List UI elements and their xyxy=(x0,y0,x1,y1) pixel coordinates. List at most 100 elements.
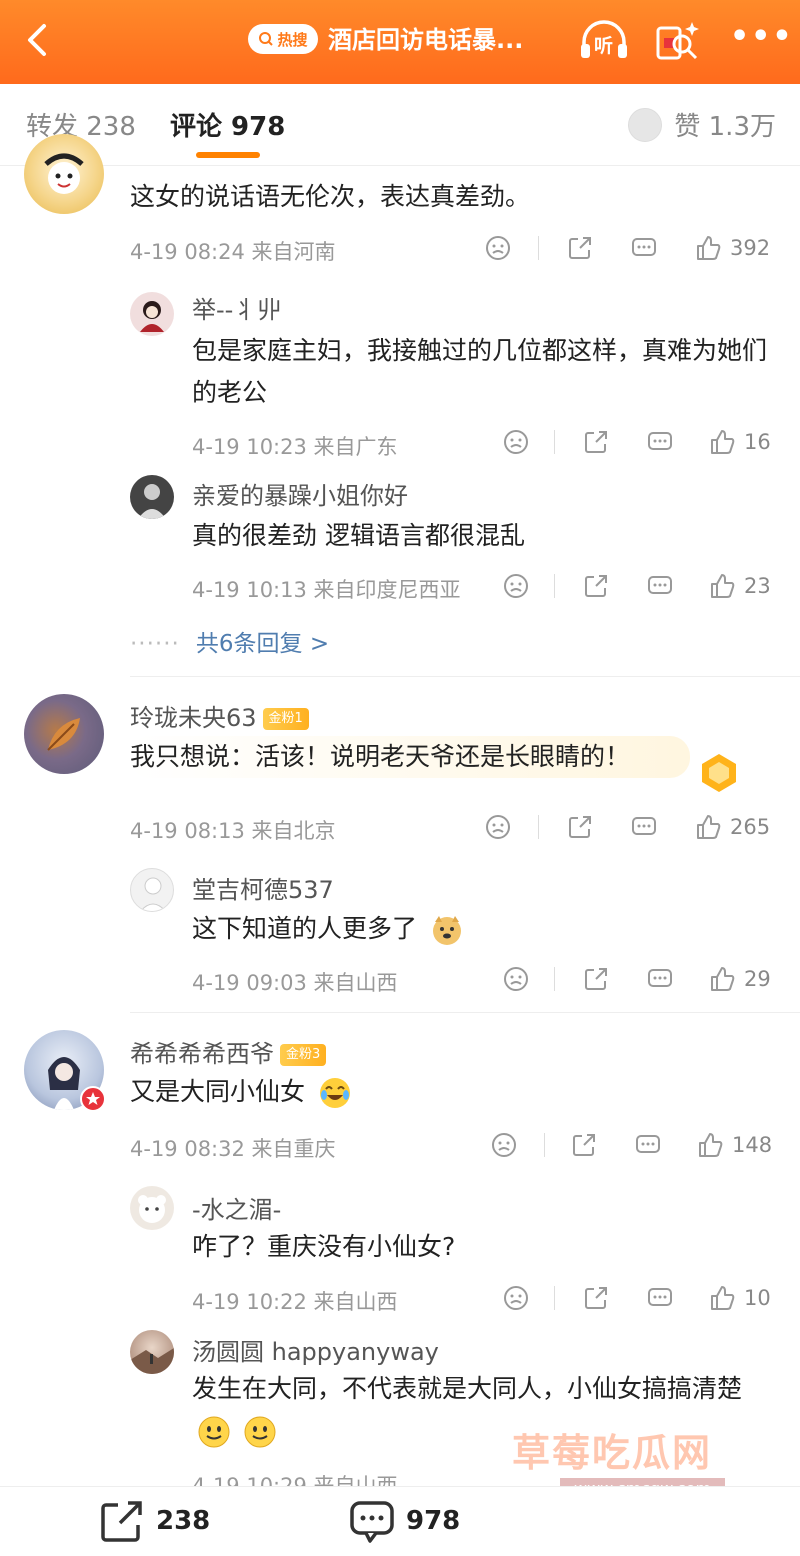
share-icon xyxy=(585,968,607,990)
like-button[interactable]: 265 xyxy=(694,809,770,845)
thumbs-up-icon xyxy=(697,236,721,260)
divider xyxy=(554,967,555,991)
avatar[interactable] xyxy=(130,1330,174,1374)
reply-button[interactable] xyxy=(630,809,658,845)
repost-button[interactable]: 238 xyxy=(98,1499,210,1543)
tab-comment[interactable]: 评论 978 xyxy=(170,106,285,143)
like-button[interactable]: 29 xyxy=(708,961,771,997)
comment-author-row: 希希希希西爷 金粉3 xyxy=(130,1034,327,1069)
reply-meta: 4-19 10:22 来自山西 xyxy=(192,1290,398,1314)
back-button[interactable] xyxy=(18,20,58,60)
comment-author[interactable]: 希希希希西爷 xyxy=(130,1040,274,1068)
share-icon xyxy=(585,431,607,453)
share-button[interactable] xyxy=(566,809,594,845)
like-count: 29 xyxy=(744,967,771,991)
reply-text: 真的很差劲 逻辑语言都很混乱 xyxy=(192,521,525,550)
like-count: 265 xyxy=(730,815,771,839)
leaf-avatar-icon xyxy=(47,718,80,751)
reply-meta: 4-19 10:13 来自印度尼西亚 xyxy=(192,578,461,602)
comment-author[interactable]: 玲珑未央63 xyxy=(130,704,257,732)
hot-search-badge[interactable]: 热搜 xyxy=(248,24,318,54)
avatar[interactable] xyxy=(24,134,104,214)
like-button[interactable]: 10 xyxy=(708,1280,771,1316)
reply-button[interactable] xyxy=(646,424,674,460)
dislike-button[interactable] xyxy=(484,809,512,845)
sad-face-icon xyxy=(492,1133,516,1157)
more-replies-link[interactable]: ······ 共6条回复 > xyxy=(130,624,329,658)
like-button[interactable]: 392 xyxy=(694,230,770,266)
reply-button[interactable] xyxy=(646,961,674,997)
sad-face-icon xyxy=(504,574,528,598)
reply-author[interactable]: 亲爱的暴躁小姐你好 xyxy=(192,476,408,511)
avatar xyxy=(628,107,663,142)
tabs-bar: 转发 238 评论 978 赞 1.3万 xyxy=(0,84,800,166)
divider xyxy=(130,1012,800,1013)
dislike-button[interactable] xyxy=(484,230,512,266)
like-count: 16 xyxy=(744,430,771,454)
bottom-bar: 238 978 xyxy=(0,1486,800,1556)
share-icon xyxy=(569,237,591,259)
comment-button[interactable]: 978 xyxy=(348,1499,460,1543)
reply-author[interactable]: 汤圆圆 happyanyway xyxy=(192,1332,439,1367)
comment-text-row: 又是大同小仙女 xyxy=(130,1071,353,1113)
reply-text: 包是家庭主妇，我接触过的几位都这样，真难为她们的老公 xyxy=(192,336,768,407)
share-button[interactable] xyxy=(582,568,610,604)
divider xyxy=(554,430,555,454)
person-avatar-icon xyxy=(138,484,166,519)
reply-button[interactable] xyxy=(646,1280,674,1316)
thumbs-up-icon xyxy=(711,967,735,991)
like-button[interactable]: 16 xyxy=(708,424,771,460)
share-icon xyxy=(569,816,591,838)
divider xyxy=(554,1286,555,1310)
reply-button[interactable] xyxy=(646,568,674,604)
reply-text: 这下知道的人更多了 xyxy=(192,914,418,943)
listen-button[interactable]: 听 xyxy=(578,18,630,64)
share-icon xyxy=(585,1287,607,1309)
share-button[interactable] xyxy=(582,1280,610,1316)
avatar[interactable] xyxy=(24,694,104,774)
share-button[interactable] xyxy=(570,1127,598,1163)
reply-author[interactable]: 举--丬丱 xyxy=(192,290,281,325)
reply-actions: 23 xyxy=(502,568,780,604)
doge-emoji-icon xyxy=(432,916,461,945)
red-packet-button[interactable] xyxy=(652,18,702,64)
share-button[interactable] xyxy=(582,424,610,460)
laughing-emoji-icon xyxy=(319,1078,350,1108)
like-button[interactable]: 23 xyxy=(708,568,771,604)
reply-button[interactable] xyxy=(634,1127,662,1163)
avatar[interactable] xyxy=(130,1186,174,1230)
chevron-left-icon xyxy=(28,24,46,56)
share-button[interactable] xyxy=(582,961,610,997)
like-count: 23 xyxy=(744,574,771,598)
sad-face-icon xyxy=(504,430,528,454)
reply-author[interactable]: -水之湄- xyxy=(192,1190,281,1225)
reply-button[interactable] xyxy=(630,230,658,266)
avatar[interactable] xyxy=(130,292,174,336)
avatar[interactable] xyxy=(130,868,174,912)
default-avatar-icon xyxy=(140,877,166,911)
thumbs-up-icon xyxy=(711,430,735,454)
reply-author[interactable]: 堂吉柯德537 xyxy=(192,870,334,905)
comment-text: 又是大同小仙女 xyxy=(130,1077,306,1106)
topic-title[interactable]: 酒店回访电话暴... xyxy=(328,22,558,58)
hot-search-label: 热搜 xyxy=(277,30,308,49)
avatar[interactable] xyxy=(130,475,174,519)
smile-emoji-icon xyxy=(198,1416,230,1448)
like-button[interactable]: 148 xyxy=(696,1127,772,1163)
reply-meta: 4-19 10:23 来自广东 xyxy=(192,435,398,459)
divider xyxy=(538,236,539,260)
dislike-button[interactable] xyxy=(502,1280,530,1316)
comment-count: 978 xyxy=(406,1506,461,1536)
fluffy-avatar-icon xyxy=(138,1195,166,1223)
dislike-button[interactable] xyxy=(490,1127,518,1163)
dislike-button[interactable] xyxy=(502,568,530,604)
comment-actions: 148 xyxy=(490,1127,780,1163)
repost-count: 238 xyxy=(156,1506,211,1536)
dislike-button[interactable] xyxy=(502,424,530,460)
tab-like[interactable]: 赞 1.3万 xyxy=(628,106,776,143)
tab-like-label: 赞 1.3万 xyxy=(674,112,776,142)
dislike-button[interactable] xyxy=(502,961,530,997)
more-options-button[interactable]: ••• xyxy=(730,20,792,60)
listen-label: 听 xyxy=(594,35,614,57)
share-button[interactable] xyxy=(566,230,594,266)
